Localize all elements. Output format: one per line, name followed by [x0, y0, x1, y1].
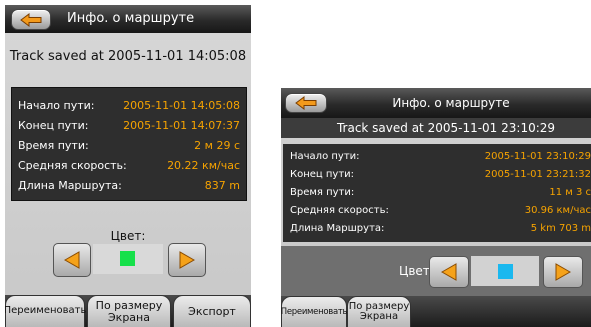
stat-label: Длина Маршрута: [290, 223, 385, 234]
route-stats-table: Начало пути: 2005-11-01 23:10:29 Конец п… [283, 144, 591, 242]
color-next-button[interactable] [168, 243, 206, 277]
fit-label-line2: Экрана [108, 310, 150, 324]
stat-row-end: Конец пути: 2005-11-01 14:07:37 [12, 116, 246, 136]
fit-label: По размеру Экрана [349, 301, 410, 323]
arrow-right-icon [179, 251, 196, 269]
stat-row-duration: Время пути: 11 м 3 с [283, 184, 591, 204]
stat-row-length: Длина Маршрута: 837 m [12, 176, 246, 196]
stat-label: Время пути: [290, 187, 355, 198]
stat-label: Конец пути: [290, 169, 355, 180]
stat-row-length: Длина Маршрута: 5 km 703 m [283, 220, 591, 240]
stat-value: 11 м 3 с [549, 187, 591, 198]
stat-value: 2 м 29 с [194, 139, 240, 152]
color-next-button[interactable] [543, 256, 583, 288]
arrow-left-icon [63, 251, 80, 269]
arrow-left-icon [440, 263, 457, 281]
rename-label: Переименовать [5, 305, 87, 317]
bottom-toolbar: Переименовать По размеру Экрана Экспорт [5, 295, 251, 327]
color-swatch [120, 251, 135, 266]
stat-value: 837 m [204, 179, 240, 192]
fit-label-line1: По размеру [95, 298, 163, 312]
rename-label: Переименовать [281, 306, 348, 317]
fit-label: По размеру Экрана [96, 300, 163, 323]
track-saved-text: Track saved at 2005-11-01 23:10:29 [281, 118, 591, 138]
rename-button[interactable]: Переименовать [5, 295, 87, 327]
stat-label: Начало пути: [18, 99, 95, 112]
color-prev-button[interactable] [53, 243, 91, 277]
stat-label: Начало пути: [290, 151, 360, 162]
route-info-screen-landscape: Инфо. о маршруте Track saved at 2005-11-… [281, 88, 591, 327]
color-prev-button[interactable] [429, 256, 469, 288]
stat-value: 5 km 703 m [530, 223, 591, 234]
fit-to-screen-button[interactable]: По размеру Экрана [87, 295, 171, 327]
stat-row-avg-speed: Средняя скорость: 20.22 км/час [12, 156, 246, 176]
arrow-right-icon [555, 263, 572, 281]
rename-button[interactable]: Переименовать [281, 296, 348, 327]
back-arrow-icon [20, 12, 42, 27]
stat-value: 30.96 км/час [524, 205, 591, 216]
color-label: Цвет: [110, 229, 146, 243]
stat-label: Длина Маршрута: [18, 179, 122, 192]
stat-label: Конец пути: [18, 119, 89, 132]
bottom-toolbar: Переименовать По размеру Экрана [281, 296, 591, 327]
route-stats-table: Начало пути: 2005-11-01 14:05:08 Конец п… [11, 87, 247, 201]
fit-to-screen-button[interactable]: По размеру Экрана [347, 296, 411, 327]
page-title: Инфо. о маршруте [392, 96, 510, 110]
stat-row-end: Конец пути: 2005-11-01 23:21:32 [283, 166, 591, 186]
title-bar: Инфо. о маршруте [5, 5, 251, 33]
page-title: Инфо. о маршруте [67, 11, 195, 26]
stat-row-avg-speed: Средняя скорость: 30.96 км/час [283, 202, 591, 222]
stat-row-start: Начало пути: 2005-11-01 23:10:29 [283, 148, 591, 168]
route-info-screen-portrait: Инфо. о маршруте Track saved at 2005-11-… [5, 5, 251, 327]
stat-value: 2005-11-01 14:05:08 [123, 99, 240, 112]
back-button[interactable] [11, 9, 51, 30]
track-saved-text: Track saved at 2005-11-01 14:05:08 [9, 49, 247, 64]
stat-label: Средняя скорость: [18, 159, 127, 172]
stat-value: 20.22 км/час [167, 159, 240, 172]
fit-label-line2: Экрана [359, 311, 399, 322]
color-swatch [498, 264, 513, 279]
stat-label: Средняя скорость: [290, 205, 389, 216]
stat-row-start: Начало пути: 2005-11-01 14:05:08 [12, 96, 246, 116]
stat-value: 2005-11-01 23:21:32 [484, 169, 591, 180]
export-label: Экспорт [188, 304, 236, 318]
stat-value: 2005-11-01 14:07:37 [123, 119, 240, 132]
stat-row-duration: Время пути: 2 м 29 с [12, 136, 246, 156]
title-bar: Инфо. о маршруте [281, 88, 591, 118]
stat-value: 2005-11-01 23:10:29 [484, 151, 591, 162]
stat-label: Время пути: [18, 139, 89, 152]
export-button[interactable]: Экспорт [173, 295, 251, 327]
